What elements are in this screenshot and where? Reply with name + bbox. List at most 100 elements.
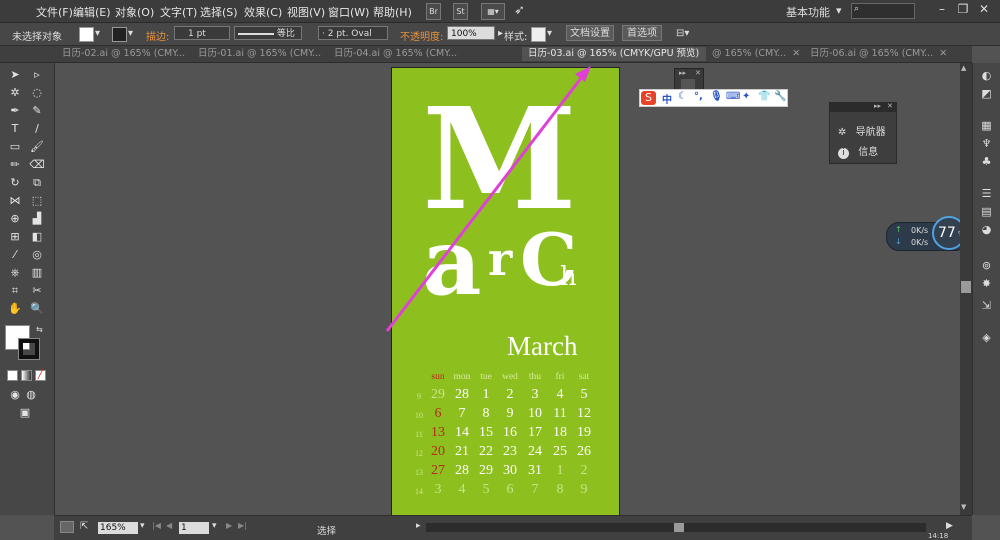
brushes-icon[interactable]: ♆ xyxy=(979,137,994,151)
vertical-scroll-thumb[interactable] xyxy=(961,281,971,293)
hand-tool-icon[interactable]: ✋ xyxy=(6,301,24,317)
document-tab[interactable]: 日历-06.ai @ 165% (CMY... ✕ xyxy=(804,47,956,61)
color-guide-icon[interactable]: ◩ xyxy=(979,87,994,101)
free-transform-tool-icon[interactable]: ⬚ xyxy=(28,193,46,209)
menu-help[interactable]: 帮助(H) xyxy=(373,4,412,20)
lasso-tool-icon[interactable]: ◌ xyxy=(28,85,46,101)
pencil-tool-icon[interactable]: ✏ xyxy=(6,157,24,173)
scale-tool-icon[interactable]: ⧉ xyxy=(28,175,46,191)
share-icon[interactable]: ⇱ xyxy=(80,521,88,532)
stroke-color-box[interactable] xyxy=(18,338,40,360)
info-item[interactable]: i 信息 xyxy=(838,143,878,159)
menu-edit[interactable]: 编辑(E) xyxy=(73,4,111,20)
slice-tool-icon[interactable]: ✂ xyxy=(28,283,46,299)
close-icon[interactable]: ✕ xyxy=(792,48,800,59)
menu-object[interactable]: 对象(O) xyxy=(115,4,154,20)
horizontal-scroll-thumb[interactable] xyxy=(674,523,684,532)
wrench-icon[interactable]: 🔧 xyxy=(774,91,786,102)
chevron-down-icon[interactable]: ▾ xyxy=(95,28,100,39)
ime-toolbar[interactable]: S 中 ☾ °, 🎙 ⌨ ✦ 👕 🔧 xyxy=(639,89,788,107)
direct-selection-tool-icon[interactable]: ▹ xyxy=(28,67,46,83)
sogou-logo-icon[interactable]: S xyxy=(641,91,656,105)
menu-window[interactable]: 窗口(W) xyxy=(328,4,369,20)
stroke-panel-icon[interactable]: ☰ xyxy=(979,187,994,201)
graph-tool-icon[interactable]: ▥ xyxy=(28,265,46,281)
document-tab[interactable]: 日历-02.ai @ 165% (CMY...✕ xyxy=(56,47,188,61)
opacity-label[interactable]: 不透明度: xyxy=(400,28,443,43)
microphone-icon[interactable]: 🎙 xyxy=(710,91,723,102)
gradient-tool-icon[interactable]: ◧ xyxy=(28,229,46,245)
graphic-styles-icon[interactable]: ✸ xyxy=(979,277,994,291)
swatches-icon[interactable]: ▦ xyxy=(979,119,994,133)
gradient-mode-icon[interactable] xyxy=(21,370,32,381)
menu-view[interactable]: 视图(V) xyxy=(287,4,325,20)
perspective-grid-tool-icon[interactable]: ▟ xyxy=(28,211,46,227)
arrange-documents-icon[interactable]: ▦▾ xyxy=(481,3,505,20)
selection-tool-icon[interactable]: ➤ xyxy=(6,67,24,83)
mesh-tool-icon[interactable]: ⊞ xyxy=(6,229,24,245)
first-page-icon[interactable]: |◀ xyxy=(152,521,161,530)
swap-colors-icon[interactable]: ⇆ xyxy=(36,325,43,334)
chevron-down-icon[interactable]: ▾ xyxy=(212,521,217,531)
menu-select[interactable]: 选择(S) xyxy=(200,4,238,20)
opacity-field[interactable]: 100% xyxy=(447,26,495,40)
paintbrush-tool-icon[interactable]: 🖌 xyxy=(28,139,46,155)
tools-icon[interactable]: ✦ xyxy=(742,91,750,102)
search-input[interactable]: ⌕ xyxy=(851,3,915,19)
draw-behind-icon[interactable]: ◍ xyxy=(22,387,40,403)
artboard-navigation-icon[interactable] xyxy=(60,521,74,533)
layers-icon[interactable]: ◈ xyxy=(979,331,994,345)
page-number-field[interactable]: 1 xyxy=(179,522,209,534)
keyboard-icon[interactable]: ⌨ xyxy=(726,91,740,102)
minimize-button[interactable]: – xyxy=(935,2,949,16)
arrange-icon[interactable]: ⊟▾ xyxy=(676,28,689,39)
skin-icon[interactable]: 👕 xyxy=(758,91,770,102)
stroke-profile-select[interactable]: 等比 xyxy=(234,26,302,40)
zoom-tool-icon[interactable]: 🔍 xyxy=(28,301,46,317)
document-tab[interactable]: 日历-04.ai @ 165% (CMY...✕ xyxy=(328,47,460,61)
bridge-button[interactable]: Br xyxy=(426,3,441,20)
eyedropper-tool-icon[interactable]: ⁄ xyxy=(6,247,24,263)
chevron-down-icon[interactable]: ▾ xyxy=(547,28,552,39)
curvature-tool-icon[interactable]: ✎ xyxy=(28,103,46,119)
symbols-icon[interactable]: ♣ xyxy=(979,155,994,169)
document-tab[interactable]: 日历-01.ai @ 165% (CMY...✕ xyxy=(192,47,324,61)
horizontal-scrollbar[interactable] xyxy=(426,523,926,532)
chevron-down-icon[interactable]: ▾ xyxy=(140,521,145,531)
stroke-swatch[interactable] xyxy=(112,27,127,42)
color-panel-icon[interactable]: ◐ xyxy=(979,69,994,83)
chevron-right-icon[interactable]: ▸ xyxy=(416,521,421,531)
last-page-icon[interactable]: ▶| xyxy=(238,521,247,530)
rectangle-tool-icon[interactable]: ▭ xyxy=(6,139,24,155)
close-button[interactable]: ✕ xyxy=(977,2,991,16)
send-icon[interactable]: ➶ xyxy=(514,3,525,18)
magic-wand-tool-icon[interactable]: ✲ xyxy=(6,85,24,101)
moon-icon[interactable]: ☾ xyxy=(678,91,687,102)
punctuation-icon[interactable]: °, xyxy=(694,91,703,102)
symbol-sprayer-tool-icon[interactable]: ⎈ xyxy=(6,265,24,281)
stroke-weight-field[interactable]: 1 pt xyxy=(174,26,230,40)
chevron-down-icon[interactable]: ▾ xyxy=(128,28,133,39)
panel-header[interactable]: ▸▸ ✕ xyxy=(830,102,896,112)
collapse-icon[interactable]: ▸▸ xyxy=(874,102,881,110)
document-tab-active[interactable]: 日历-03.ai @ 165% (CMYK/GPU 预览) xyxy=(522,47,706,61)
document-setup-button[interactable]: 文档设置 xyxy=(566,25,614,41)
ime-mode[interactable]: 中 xyxy=(662,91,672,106)
brush-select[interactable]: · 2 pt. Oval xyxy=(318,26,388,40)
menu-effect[interactable]: 效果(C) xyxy=(244,4,282,20)
maximize-button[interactable]: ❐ xyxy=(956,2,970,16)
blend-tool-icon[interactable]: ◎ xyxy=(28,247,46,263)
preferences-button[interactable]: 首选项 xyxy=(622,25,662,41)
collapse-icon[interactable]: ▸▸ xyxy=(679,69,686,77)
artboard-calendar[interactable]: M a r C h March sun mon tue wed thu fri … xyxy=(391,67,620,516)
asset-export-icon[interactable]: ⇲ xyxy=(979,299,994,313)
fill-swatch[interactable] xyxy=(79,27,94,42)
artboard-tool-icon[interactable]: ⌗ xyxy=(6,283,24,299)
rotate-tool-icon[interactable]: ↻ xyxy=(6,175,24,191)
pen-tool-icon[interactable]: ✒ xyxy=(6,103,24,119)
chevron-right-icon[interactable]: ▸ xyxy=(498,28,503,39)
navigator-item[interactable]: ✲ 导航器 xyxy=(838,123,886,138)
eraser-tool-icon[interactable]: ⌫ xyxy=(28,157,46,173)
scroll-up-icon[interactable]: ▲ xyxy=(961,64,966,72)
type-tool-icon[interactable]: T xyxy=(6,121,24,137)
